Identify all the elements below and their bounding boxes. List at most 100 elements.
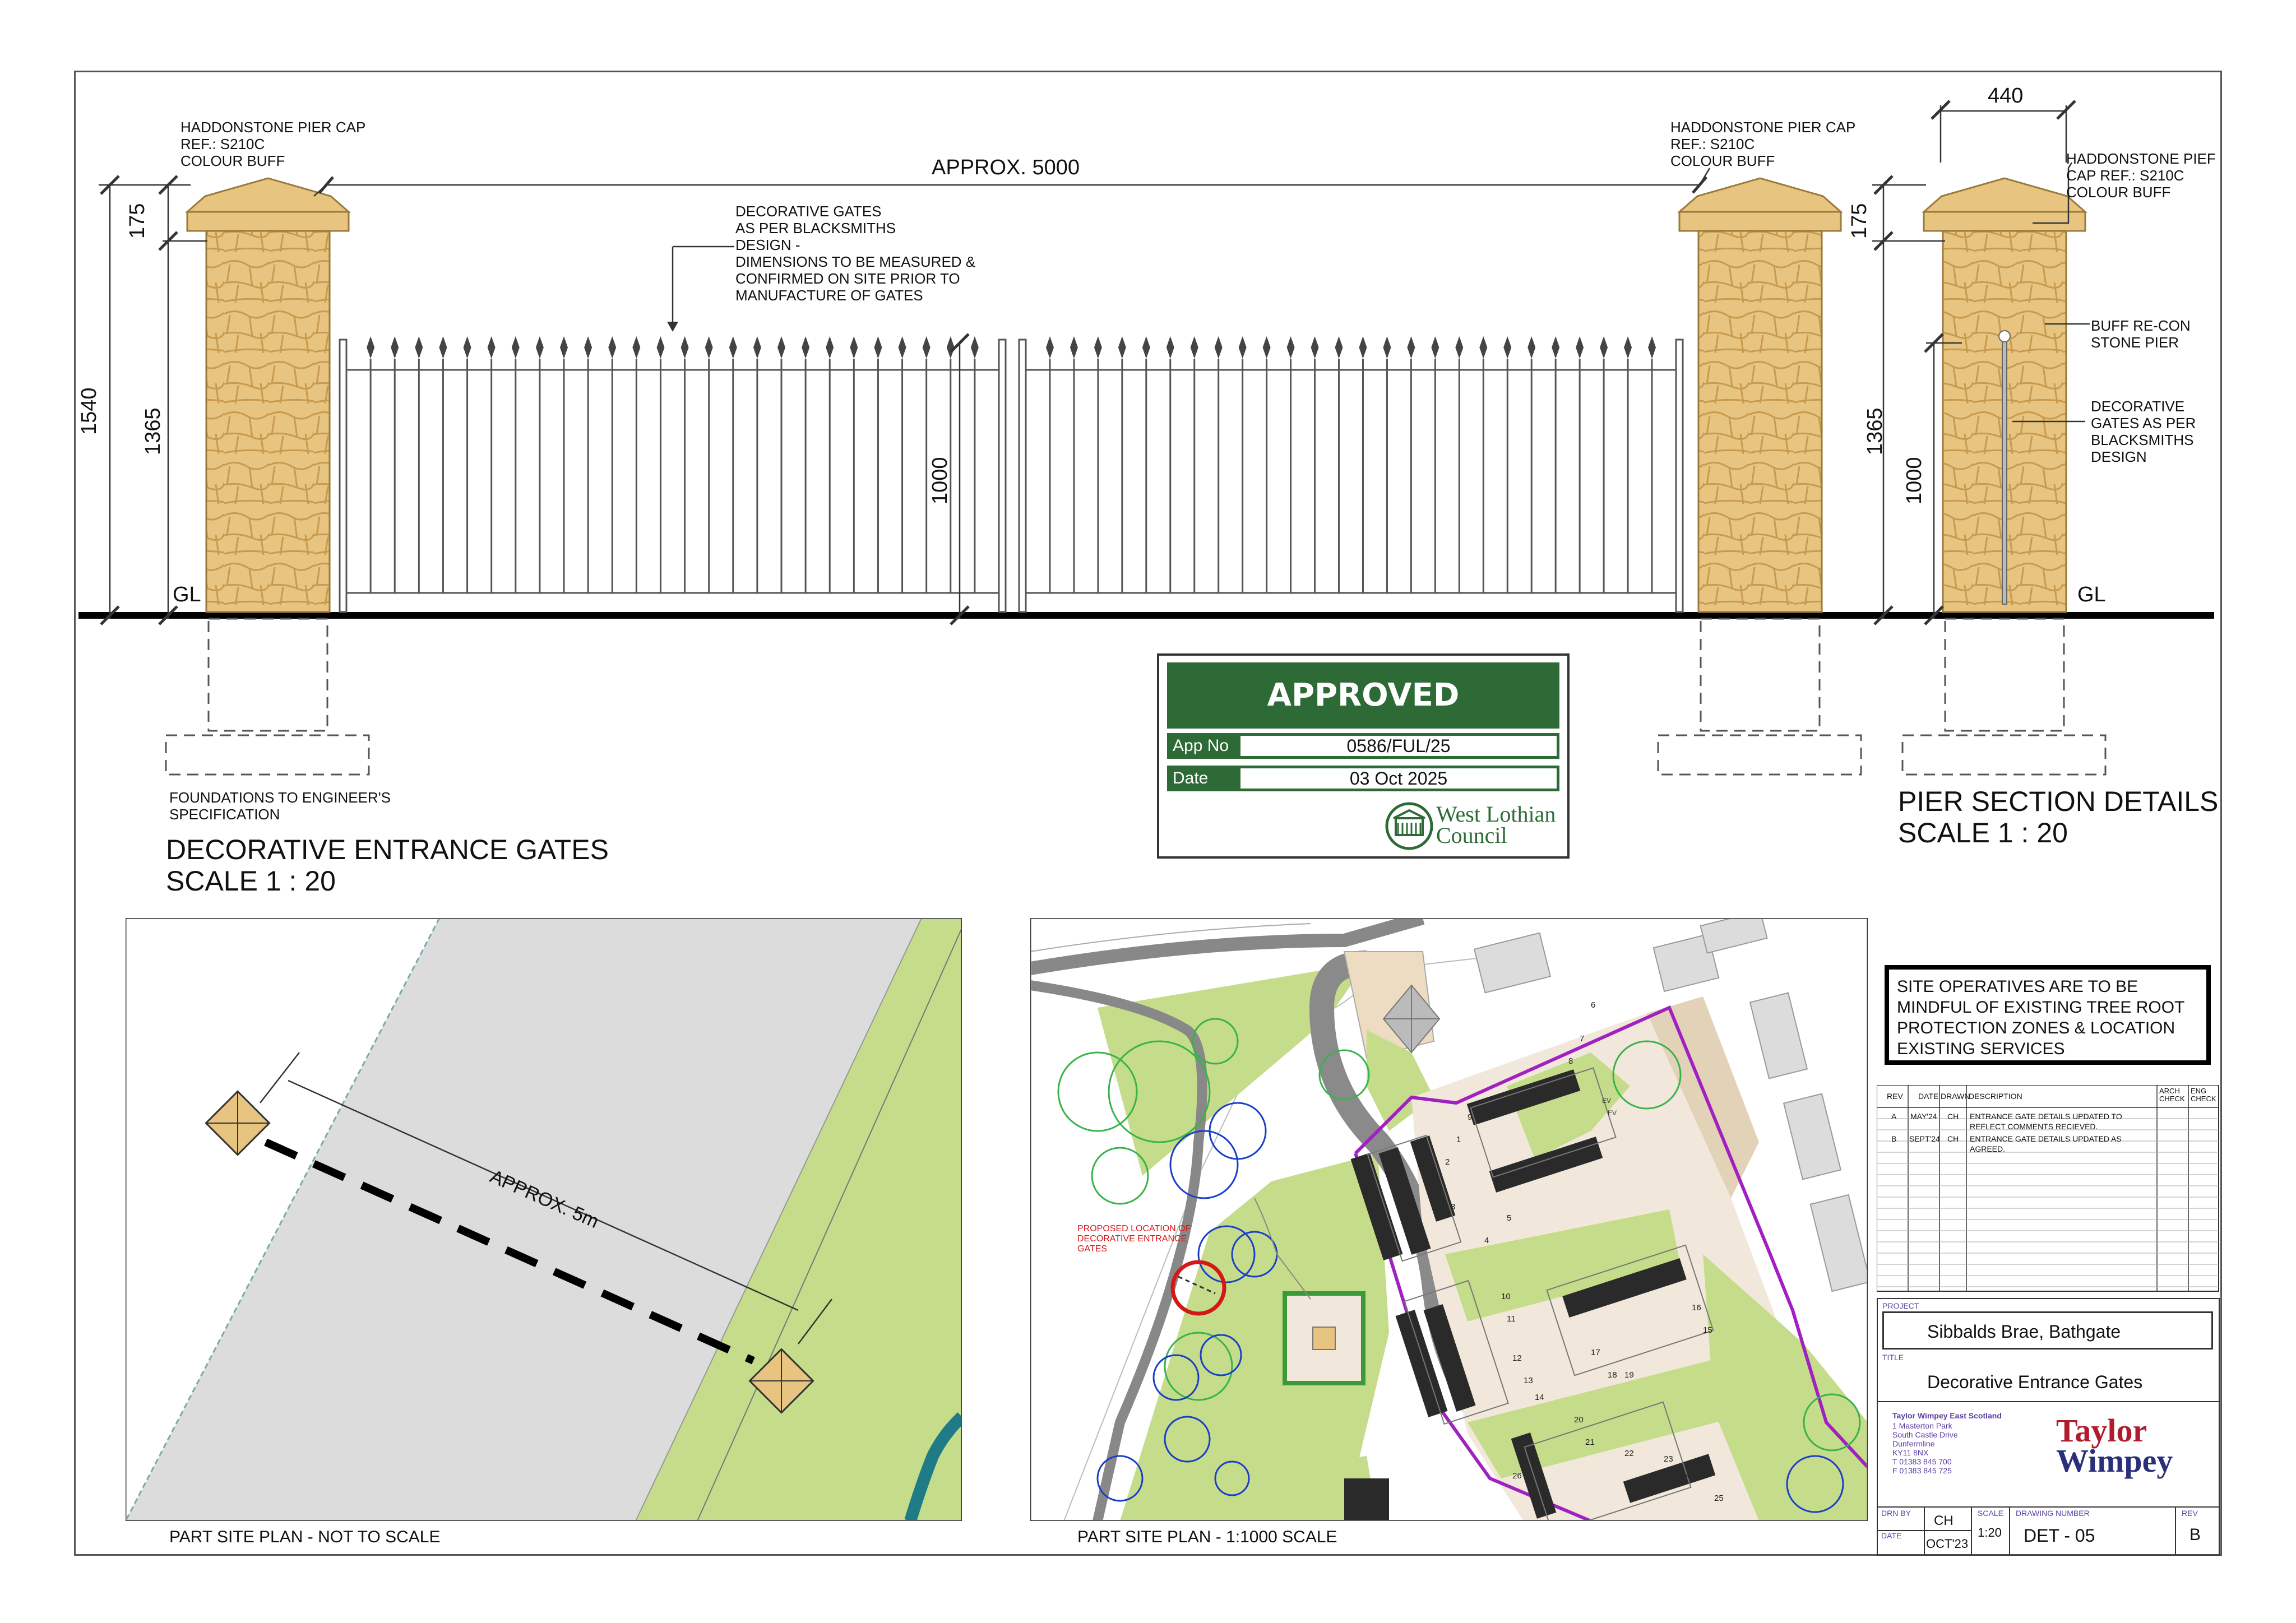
left-pier	[165, 177, 370, 776]
gl-right: GL	[2077, 583, 2106, 606]
picket-finial	[1552, 336, 1560, 359]
plot-number: 23	[1664, 1454, 1673, 1464]
plot-number: 18	[1608, 1370, 1617, 1380]
plot-number: 15	[1703, 1325, 1712, 1335]
picket-finial	[1118, 336, 1126, 359]
stamp-date-row: Date 03 Oct 2025	[1167, 766, 1559, 791]
rev-row-b-date: SEPT'24	[1909, 1134, 1940, 1143]
drn-by-value: CH	[1934, 1513, 1954, 1528]
stamp-app-row: App No 0586/FUL/25	[1167, 733, 1559, 759]
gate-pickets	[367, 336, 1656, 593]
picket-finial	[1479, 336, 1488, 359]
picket-finial	[1094, 336, 1102, 359]
scale-line: SCALE 1 : 20	[166, 865, 336, 897]
drawing-title: Decorative Entrance Gates	[1927, 1372, 2143, 1392]
warning-line: MINDFUL OF EXISTING TREE ROOT	[1897, 998, 2185, 1017]
warning-line: EXISTING SERVICES	[1897, 1040, 2065, 1058]
council-logo-icon	[1385, 802, 1433, 850]
rev-row-b-drawn: CH	[1947, 1134, 1959, 1143]
note-line: AS PER BLACKSMITHS	[735, 220, 896, 237]
site-plan-left	[126, 918, 962, 1521]
site-plan-right: 123456789101112131415161718 1920212223242…	[1030, 918, 1868, 1521]
picket-finial	[705, 336, 713, 359]
note-line: GATES	[1077, 1244, 1108, 1254]
picket-finial	[1262, 336, 1271, 359]
rev-header-drawn: DRAWN	[1941, 1092, 1970, 1101]
plot-number: 8	[1568, 1056, 1573, 1066]
note-line: DESIGN	[2091, 448, 2147, 465]
picket-finial	[922, 336, 931, 359]
rev-header-rev: REV	[1887, 1092, 1903, 1101]
ground-line	[78, 612, 2214, 619]
picket-finial	[1359, 336, 1367, 359]
date-value: OCT'23	[1926, 1537, 1969, 1551]
picket-finial	[1142, 336, 1150, 359]
rev-row-a-drawn: CH	[1947, 1112, 1959, 1121]
vline-3	[2009, 1506, 2010, 1555]
note-line: MANUFACTURE OF GATES	[735, 287, 923, 304]
note-line: DECORATIVE GATES	[735, 203, 882, 220]
logo-taylor: Taylor	[2056, 1412, 2147, 1449]
section-pier	[1901, 177, 2107, 776]
rev-row-b-desc1: ENTRANCE GATE DETAILS UPDATED AS	[1970, 1134, 2122, 1143]
vline-4	[2175, 1506, 2176, 1555]
proposed-location-note: PROPOSED LOCATION OF DECORATIVE ENTRANCE…	[1077, 1224, 1191, 1254]
picket-finial	[1166, 336, 1174, 359]
address-line: KY11 8NX	[1892, 1448, 1929, 1457]
plot-number: 26	[1512, 1471, 1522, 1481]
plot-number: 9	[1468, 1112, 1472, 1122]
logo-wimpey: Wimpey	[2056, 1443, 2173, 1479]
address-line: Dunfermline	[1892, 1439, 1935, 1448]
picket-finial	[1648, 336, 1656, 359]
note-line: HADDONSTONE PIER CAP	[180, 119, 366, 136]
plot-number: 16	[1692, 1303, 1701, 1313]
note-line: DESIGN -	[735, 237, 800, 253]
plot-number: 3	[1451, 1202, 1455, 1212]
picket-finial	[1190, 336, 1198, 359]
rev-row-a-desc1: ENTRANCE GATE DETAILS UPDATED TO	[1970, 1112, 2122, 1121]
vline-2	[1971, 1506, 1972, 1555]
plot-number: 10	[1501, 1292, 1511, 1301]
left-pier-cap-note: HADDONSTONE PIER CAP REF.: S210C COLOUR …	[180, 119, 365, 169]
ev-charger-label: EV	[1602, 1097, 1611, 1105]
plot-number: 11	[1507, 1314, 1516, 1324]
stone-pier-note: BUFF RE-CON STONE PIER	[2091, 317, 2191, 351]
rev-row-b-rev: B	[1891, 1134, 1897, 1143]
picket-finial	[1576, 336, 1584, 359]
note-line: STONE PIER	[2091, 334, 2179, 351]
note-line: GATES AS PER	[2091, 415, 2196, 432]
picket-finial	[1286, 336, 1295, 359]
picket-finial	[511, 336, 520, 359]
note-line: COLOUR BUFF	[2066, 184, 2171, 201]
rev-header-desc: DESCRIPTION	[1969, 1092, 2022, 1101]
picket-finial	[898, 336, 906, 359]
note-line: BUFF RE-CON	[2091, 317, 2191, 334]
note-line: DECORATIVE ENTRANCE	[1077, 1234, 1187, 1244]
stamp-status: APPROVED	[1167, 662, 1559, 729]
divider-2	[1878, 1506, 2219, 1508]
note-line: HADDONSTONE PIEF	[2066, 150, 2216, 167]
note-line: COLOUR BUFF	[1670, 152, 1775, 169]
warning-line: SITE OPERATIVES ARE TO BE	[1897, 977, 2138, 996]
plot-number: 1	[1456, 1135, 1461, 1144]
rev-label: REV	[2182, 1509, 2198, 1518]
plot-number: 4	[1484, 1236, 1489, 1245]
plan-right-caption: PART SITE PLAN - 1:1000 SCALE	[1077, 1528, 1337, 1546]
picket-finial	[970, 336, 979, 359]
note-line: REF.: S210C	[1670, 136, 1755, 152]
picket-finial	[1455, 336, 1464, 359]
picket-finial	[560, 336, 568, 359]
plot-number: 22	[1624, 1449, 1634, 1458]
picket-finial	[1311, 336, 1319, 359]
app-no-value: 0586/FUL/25	[1238, 733, 1559, 759]
picket-finial	[415, 336, 423, 359]
elevation-title: DECORATIVE ENTRANCE GATES SCALE 1 : 20	[166, 834, 609, 897]
picket-finial	[826, 336, 834, 359]
picket-finial	[802, 336, 810, 359]
picket-finial	[1383, 336, 1391, 359]
dim-175-left: 175	[126, 203, 149, 239]
picket-finial	[1335, 336, 1343, 359]
picket-finial	[1214, 336, 1223, 359]
rev-row-b-desc2: AGREED.	[1970, 1144, 2006, 1153]
plot-number: 24	[1681, 1471, 1690, 1481]
